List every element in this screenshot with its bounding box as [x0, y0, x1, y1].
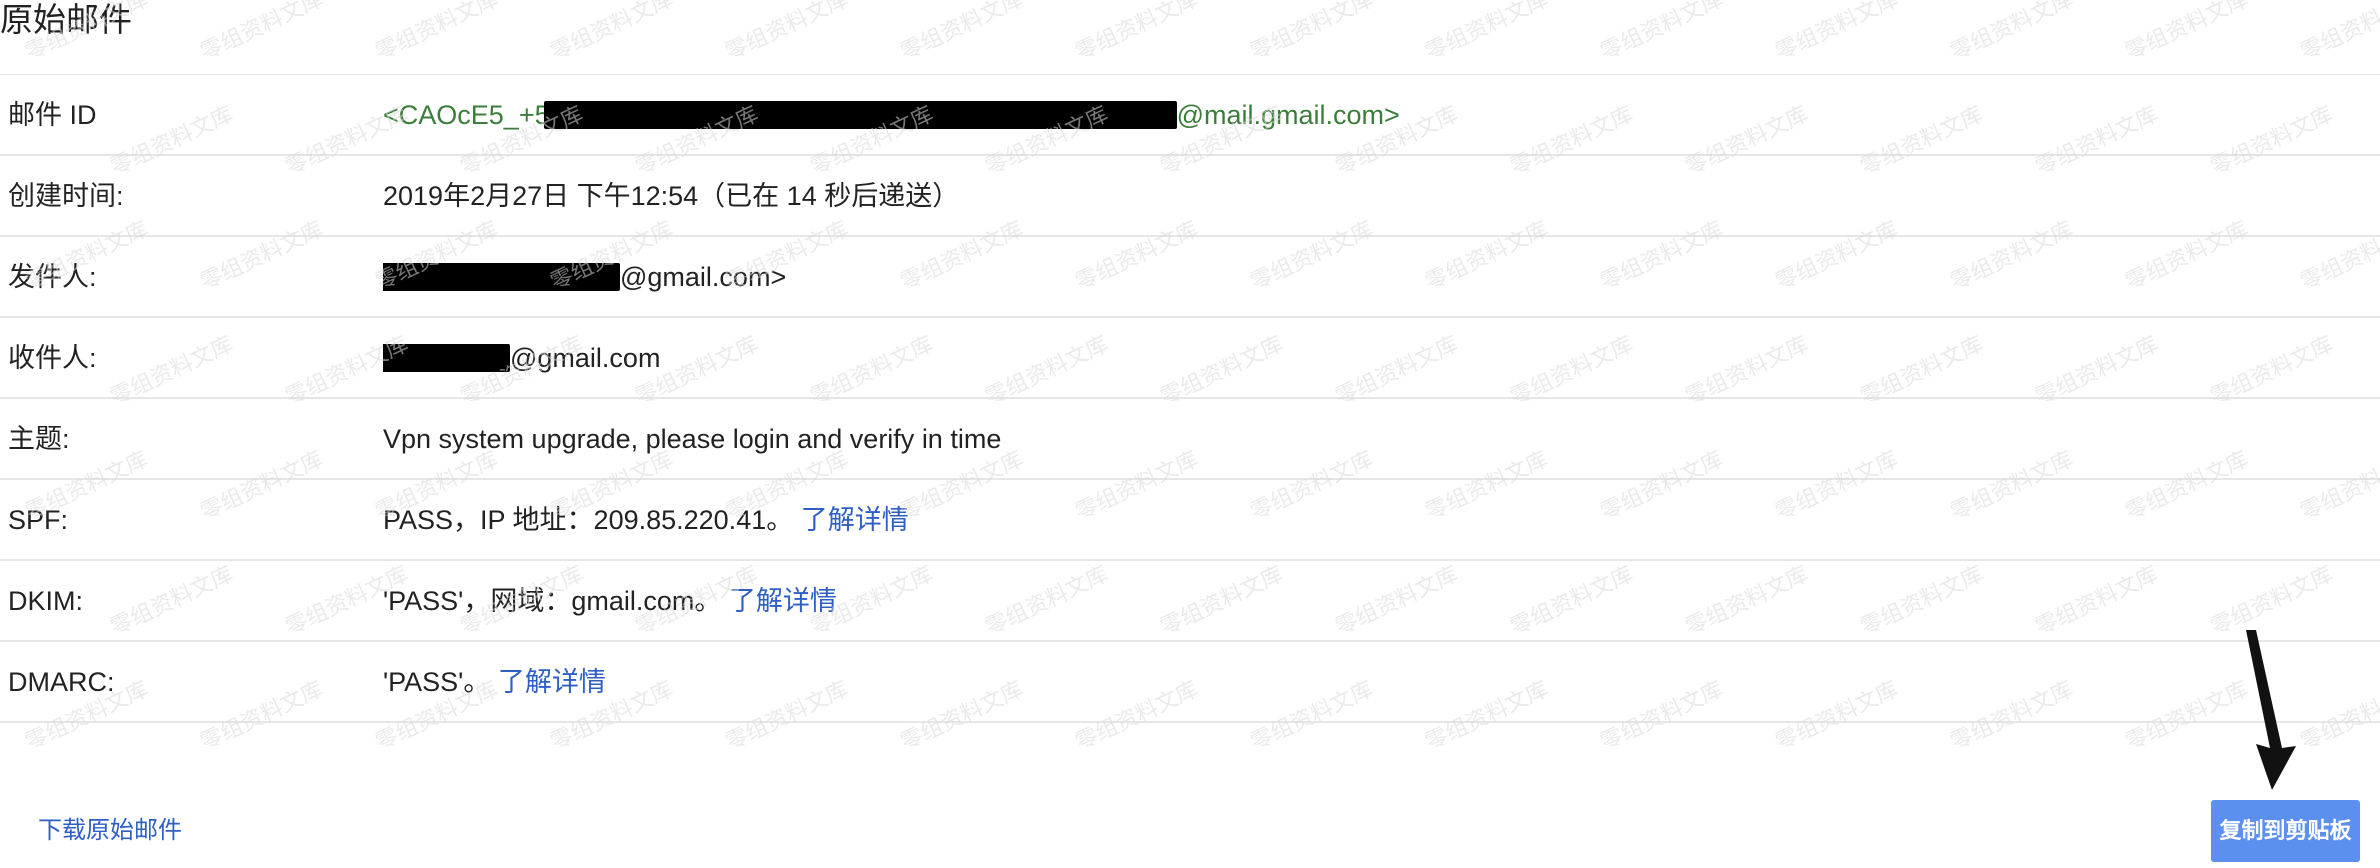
watermark-text: 零组资料文库: [897, 0, 1027, 65]
redaction-bar: [543, 100, 1177, 129]
watermark-text: 零组资料文库: [1247, 0, 1377, 65]
dmarc-value-cell: 'PASS'。 了解详情: [383, 641, 2380, 723]
watermark-text: 零组资料文库: [547, 0, 677, 65]
watermark-text: 零组资料文库: [197, 0, 327, 65]
message-id-value: <CAOcE5_+5 @mail.gmail.com>: [383, 75, 2380, 156]
watermark-text: 零组资料文库: [2122, 0, 2252, 65]
watermark-text: 零组资料文库: [1072, 0, 1202, 65]
page-title: 原始邮件: [0, 1, 132, 38]
table-row: SPF: PASS，IP 地址：209.85.220.41。 了解详情: [0, 479, 2380, 561]
watermark-text: 零组资料文库: [1422, 0, 1552, 65]
spf-value: PASS，IP 地址：209.85.220.41。: [383, 504, 794, 535]
watermark-text: 零组资料文库: [722, 0, 852, 65]
redaction-bar: [383, 262, 620, 291]
message-id-suffix: @mail.gmail.com>: [1176, 99, 1400, 130]
subject-value: Vpn system upgrade, please login and ver…: [383, 398, 2380, 480]
to-suffix: @gmail.com: [510, 342, 661, 373]
dkim-value: 'PASS'，网域：gmail.com。: [383, 585, 722, 616]
original-message-page: 原始邮件 邮件 ID <CAOcE5_+5 @mail.gmail.com> 创建…: [0, 0, 2380, 868]
watermark-text: 零组资料文库: [372, 0, 502, 65]
watermark-text: 零组资料文库: [1947, 0, 2077, 65]
dkim-label: DKIM:: [0, 560, 383, 642]
table-row: 主题: Vpn system upgrade, please login and…: [0, 398, 2380, 480]
created-value: 2019年2月27日 下午12:54（已在 14 秒后递送）: [383, 155, 2380, 237]
message-details-table: 邮件 ID <CAOcE5_+5 @mail.gmail.com> 创建时间: 2…: [0, 75, 2380, 723]
created-label: 创建时间:: [0, 155, 383, 237]
watermark-text: 零组资料文库: [1772, 0, 1902, 65]
table-row: 邮件 ID <CAOcE5_+5 @mail.gmail.com>: [0, 75, 2380, 156]
from-label: 发件人:: [0, 236, 383, 318]
to-value: @gmail.com: [383, 317, 2380, 399]
watermark-text: 零组资料文库: [1597, 0, 1727, 65]
spf-value-cell: PASS，IP 地址：209.85.220.41。 了解详情: [383, 479, 2380, 561]
to-label: 收件人:: [0, 317, 383, 399]
table-row: DMARC: 'PASS'。 了解详情: [0, 641, 2380, 723]
table-row: 发件人: @gmail.com>: [0, 236, 2380, 318]
watermark-text: 零组资料文库: [2297, 0, 2380, 65]
from-suffix: @gmail.com>: [620, 261, 787, 292]
redaction-bar: [383, 343, 510, 372]
message-id-prefix: <CAOcE5_+5: [383, 99, 550, 130]
dmarc-label: DMARC:: [0, 641, 383, 723]
table-row: 创建时间: 2019年2月27日 下午12:54（已在 14 秒后递送）: [0, 155, 2380, 237]
table-row: DKIM: 'PASS'，网域：gmail.com。 了解详情: [0, 560, 2380, 642]
dkim-value-cell: 'PASS'，网域：gmail.com。 了解详情: [383, 560, 2380, 642]
message-id-label: 邮件 ID: [0, 75, 383, 156]
table-row: 收件人: @gmail.com: [0, 317, 2380, 399]
dkim-learn-more-link[interactable]: 了解详情: [729, 586, 837, 616]
download-original-link[interactable]: 下载原始邮件: [38, 810, 182, 845]
spf-learn-more-link[interactable]: 了解详情: [801, 505, 909, 535]
subject-label: 主题:: [0, 398, 383, 480]
copy-to-clipboard-button[interactable]: 复制到剪贴板: [2211, 800, 2360, 862]
spf-label: SPF:: [0, 479, 383, 561]
dmarc-value: 'PASS'。: [383, 666, 491, 697]
from-value: @gmail.com>: [383, 236, 2380, 318]
dmarc-learn-more-link[interactable]: 了解详情: [498, 667, 606, 697]
